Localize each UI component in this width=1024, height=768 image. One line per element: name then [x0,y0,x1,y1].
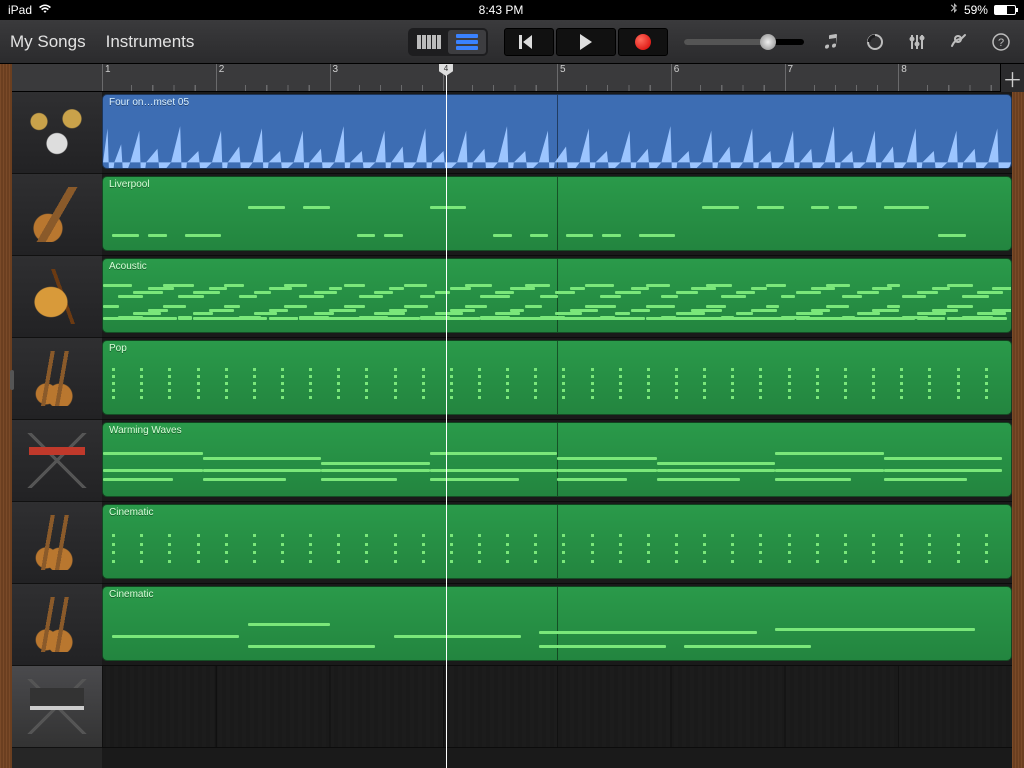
record-button[interactable] [618,28,668,56]
strings-icon [27,515,87,570]
midi-region[interactable]: Liverpool [102,176,1012,251]
track-row[interactable]: Four on…mset 05 [102,92,1012,174]
bar-number: 2 [219,64,225,75]
add-section-button[interactable]: ＋ [1000,64,1024,92]
view-tracks[interactable] [448,30,486,54]
my-songs-button[interactable]: My Songs [10,32,86,52]
midi-notes [103,525,1011,572]
svg-text:?: ? [998,37,1004,49]
timeline: 1 2 3 4 5 6 7 8 ＋ 4 Four on…mset 05 [102,64,1012,768]
midi-region[interactable]: Acoustic [102,258,1012,333]
keyboard-icon [27,433,87,488]
region-title: Pop [109,343,127,354]
track-row[interactable]: Cinematic [102,502,1012,584]
track-header-strings-3[interactable] [12,584,102,666]
drums-icon [27,105,87,160]
track-header-keys[interactable] [12,420,102,502]
view-segmented-control [408,28,488,56]
record-icon [635,34,651,50]
track-header-strings-2[interactable] [12,502,102,584]
bluetooth-icon [950,3,958,18]
strings-icon [27,351,87,406]
instruments-button[interactable]: Instruments [106,32,195,52]
region-title: Cinematic [109,507,153,518]
track-row-empty[interactable] [102,666,1012,748]
track-header-strings-1[interactable] [12,338,102,420]
synth-icon [27,679,87,734]
midi-region[interactable]: Cinematic [102,504,1012,579]
play-icon [580,34,592,50]
midi-notes [103,607,1011,654]
track-headers [12,64,102,768]
battery-percent: 59% [964,3,988,17]
wood-edge-left [0,64,12,768]
bar-number: 3 [333,64,339,75]
bar-number: 7 [788,64,794,75]
bar-number: 8 [901,64,907,75]
rewind-button[interactable] [504,28,554,56]
track-row[interactable]: Liverpool [102,174,1012,256]
audio-region[interactable]: Four on…mset 05 [102,94,1012,169]
settings-button[interactable] [946,29,972,55]
view-instrument[interactable] [410,30,448,54]
track-header-synth[interactable] [12,666,102,748]
midi-notes [103,443,1011,490]
toolbar: My Songs Instruments ? [0,20,1024,64]
midi-region[interactable]: Cinematic [102,586,1012,661]
wifi-icon [38,3,52,17]
track-row[interactable]: Acoustic [102,256,1012,338]
waveform-icon [103,117,1011,169]
midi-notes [103,279,1011,326]
region-title: Acoustic [109,261,147,272]
track-header-bass[interactable] [12,174,102,256]
track-header-drums[interactable] [12,92,102,174]
track-header-guitar[interactable] [12,256,102,338]
playhead[interactable]: 4 [446,64,447,768]
track-row[interactable]: Cinematic [102,584,1012,666]
ruler[interactable]: 1 2 3 4 5 6 7 8 ＋ [102,64,1012,92]
help-button[interactable]: ? [988,29,1014,55]
volume-slider[interactable] [684,39,804,45]
status-bar: iPad 8:43 PM 59% [0,0,1024,20]
guitar-icon [27,269,87,324]
clock: 8:43 PM [479,3,524,17]
midi-region[interactable]: Pop [102,340,1012,415]
bar-number: 5 [560,64,566,75]
midi-notes [103,197,1011,244]
tracks-area[interactable]: Four on…mset 05 Liverpool [102,92,1012,768]
bar-number: 6 [674,64,680,75]
midi-region[interactable]: Warming Waves [102,422,1012,497]
region-title: Liverpool [109,179,150,190]
track-row[interactable]: Warming Waves [102,420,1012,502]
bar-number: 1 [105,64,111,75]
piano-icon [417,35,441,49]
bass-icon [27,187,87,242]
loop-browser-button[interactable] [862,29,888,55]
mixer-button[interactable] [904,29,930,55]
midi-notes [103,361,1011,408]
device-label: iPad [8,3,32,17]
wood-edge-right [1012,64,1024,768]
tracks-icon [456,34,478,50]
ruler-gutter [12,64,102,92]
track-row[interactable]: Pop [102,338,1012,420]
region-title: Cinematic [109,589,153,600]
play-button[interactable] [556,28,616,56]
battery-icon [994,5,1016,15]
region-title: Warming Waves [109,425,182,436]
resize-handle-icon[interactable] [10,370,14,390]
strings-icon [27,597,87,652]
region-title: Four on…mset 05 [109,97,189,108]
transport [504,28,668,56]
apple-loops-button[interactable] [820,29,846,55]
